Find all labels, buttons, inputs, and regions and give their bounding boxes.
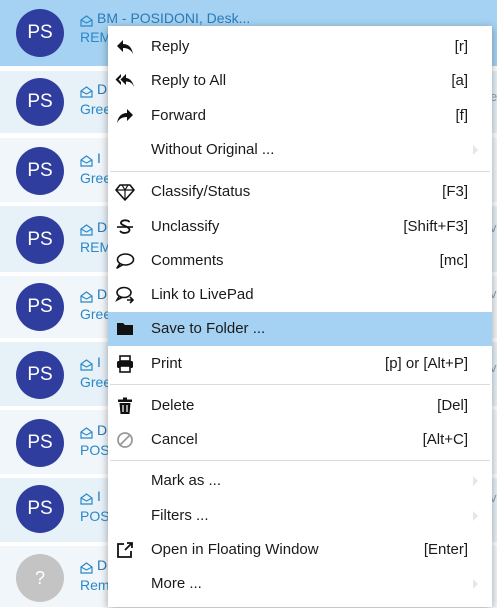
cancel-icon	[115, 430, 135, 450]
menu-item-reply[interactable]: Reply [r]	[108, 30, 492, 64]
menu-item-shortcut: [a]	[451, 72, 468, 89]
envelope-open-icon	[80, 290, 93, 303]
menu-item-shortcut: [Shift+F3]	[403, 218, 468, 235]
envelope-open-icon	[80, 223, 93, 236]
envelope-open-icon	[80, 358, 93, 371]
menu-item-label: More ...	[151, 575, 202, 592]
envelope-open-icon	[80, 561, 93, 574]
forward-icon	[115, 106, 135, 126]
submenu-arrow-icon	[473, 145, 478, 155]
menu-item-without-original[interactable]: Without Original ...	[108, 133, 492, 167]
menu-item-label: Reply	[151, 38, 190, 55]
submenu-arrow-icon	[473, 476, 478, 486]
menu-item-filters[interactable]: Filters ...	[108, 499, 492, 533]
context-menu: Reply [r] Reply to All [a] Forward [f] W…	[108, 26, 492, 607]
menu-item-shortcut: [Alt+C]	[422, 431, 468, 448]
menu-item-label: Classify/Status	[151, 183, 251, 200]
avatar: PS	[16, 283, 64, 331]
menu-item-label: Reply to All	[151, 72, 227, 89]
message-subject: POS	[80, 508, 110, 524]
menu-item-link-to-livepad[interactable]: Link to LivePad	[108, 278, 492, 312]
menu-item-label: Link to LivePad	[151, 286, 254, 303]
submenu-arrow-icon	[473, 579, 478, 589]
avatar: PS	[16, 419, 64, 467]
menu-separator	[110, 460, 490, 461]
menu-separator	[110, 384, 490, 385]
menu-item-label: Open in Floating Window	[151, 541, 319, 558]
message-subject: POS	[80, 442, 110, 458]
envelope-open-icon	[80, 14, 93, 27]
menu-item-delete[interactable]: Delete [Del]	[108, 389, 492, 423]
message-subject: Gree	[80, 306, 112, 322]
message-sender: D	[97, 286, 108, 302]
message-sender: I	[97, 150, 101, 166]
menu-separator	[110, 171, 490, 172]
menu-item-save-to-folder[interactable]: Save to Folder ...	[108, 312, 492, 346]
menu-item-label: Filters ...	[151, 507, 209, 524]
menu-item-shortcut: [mc]	[439, 252, 468, 269]
message-sender: D	[97, 81, 108, 97]
menu-item-label: Print	[151, 355, 182, 372]
menu-item-label: Save to Folder ...	[151, 320, 266, 337]
reply-all-icon	[115, 71, 135, 91]
menu-item-shortcut: [Enter]	[423, 541, 468, 558]
message-sender: D	[97, 219, 108, 235]
envelope-open-icon	[80, 426, 93, 439]
avatar: PS	[16, 485, 64, 533]
menu-item-label: Mark as ...	[151, 472, 222, 489]
submenu-arrow-icon	[473, 511, 478, 521]
message-subject: Gree	[80, 374, 112, 390]
message-subject: Gree	[80, 101, 112, 117]
livepad-link-icon	[115, 285, 135, 305]
avatar: PS	[16, 147, 64, 195]
message-sender: D	[97, 422, 108, 438]
message-sender: BM - POSIDONI, Desk...	[97, 10, 251, 26]
diamond-icon	[115, 182, 135, 202]
menu-item-shortcut: [r]	[454, 38, 468, 55]
menu-item-shortcut: [F3]	[442, 183, 468, 200]
printer-icon	[115, 354, 135, 374]
external-window-icon	[115, 540, 135, 560]
comment-icon	[115, 251, 135, 271]
menu-item-label: Comments	[151, 252, 224, 269]
menu-item-label: Forward	[151, 107, 207, 124]
menu-item-label: Unclassify	[151, 218, 220, 235]
menu-item-print[interactable]: Print [p] or [Alt+P]	[108, 347, 492, 381]
avatar: PS	[16, 351, 64, 399]
menu-item-shortcut: [f]	[455, 107, 468, 124]
message-sender: I	[97, 354, 101, 370]
menu-item-classify-status[interactable]: Classify/Status [F3]	[108, 175, 492, 209]
menu-item-comments[interactable]: Comments [mc]	[108, 244, 492, 278]
message-subject: Gree	[80, 170, 112, 186]
menu-item-label: Cancel	[151, 431, 198, 448]
envelope-open-icon	[80, 154, 93, 167]
trash-icon	[115, 396, 135, 416]
reply-icon	[115, 37, 135, 57]
message-subject: Rem	[80, 577, 110, 593]
avatar: PS	[16, 9, 64, 57]
strikethrough-s-icon	[115, 217, 135, 237]
menu-item-mark-as[interactable]: Mark as ...	[108, 464, 492, 498]
envelope-open-icon	[80, 492, 93, 505]
avatar: ?	[16, 554, 64, 602]
menu-item-shortcut: [Del]	[437, 397, 468, 414]
avatar: PS	[16, 216, 64, 264]
message-sender: I	[97, 488, 101, 504]
menu-item-open-in-floating-window[interactable]: Open in Floating Window [Enter]	[108, 533, 492, 567]
menu-item-forward[interactable]: Forward [f]	[108, 99, 492, 133]
menu-item-cancel[interactable]: Cancel [Alt+C]	[108, 423, 492, 457]
avatar: PS	[16, 78, 64, 126]
message-subject: REM	[80, 29, 112, 45]
message-subject: REM	[80, 239, 112, 255]
menu-item-label: Delete	[151, 397, 195, 414]
menu-item-reply-to-all[interactable]: Reply to All [a]	[108, 64, 492, 98]
envelope-open-icon	[80, 85, 93, 98]
menu-item-shortcut: [p] or [Alt+P]	[385, 355, 468, 372]
message-sender: D	[97, 557, 108, 573]
menu-item-label: Without Original ...	[151, 141, 275, 158]
menu-item-unclassify[interactable]: Unclassify [Shift+F3]	[108, 210, 492, 244]
folder-icon	[115, 319, 135, 339]
menu-item-more[interactable]: More ...	[108, 567, 492, 601]
